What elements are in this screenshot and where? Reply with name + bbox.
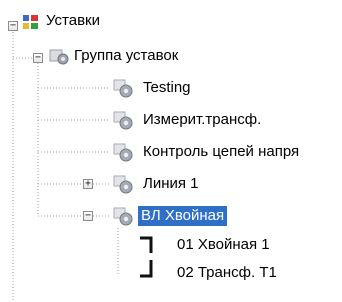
tree-item-voltage-circuit-control[interactable]: Контроль цепей напря	[140, 142, 302, 162]
gear-icon	[113, 79, 133, 98]
gear-icon	[113, 175, 133, 194]
settings-folder-icon	[23, 15, 38, 29]
tree-group-label[interactable]: Группа уставок	[71, 46, 181, 66]
bracket-bottom-icon	[140, 260, 153, 278]
tree-item-measuring-transformer[interactable]: Измерит.трансф.	[140, 110, 264, 130]
group-collapse-button[interactable]: −	[33, 53, 43, 63]
tree-item-vl-khvoynaya[interactable]: ВЛ Хвойная	[138, 206, 228, 226]
gear-icon	[113, 111, 133, 130]
tree-child-khvoynaya-1[interactable]: 01 Хвойная 1	[174, 235, 273, 255]
tree-item-testing[interactable]: Testing	[140, 78, 194, 98]
tree-item-line-1[interactable]: Линия 1	[140, 174, 202, 194]
gear-icon	[113, 143, 133, 162]
settings-tree: − Уставки − Группа уставок Testing Измер…	[0, 0, 342, 302]
vl-khvoynaya-collapse-button[interactable]: −	[83, 211, 93, 221]
tree-root-label[interactable]: Уставки	[43, 11, 103, 31]
gear-icon	[113, 207, 133, 226]
bracket-top-icon	[140, 236, 153, 253]
tree-child-transformer-t1[interactable]: 02 Трансф. Т1	[174, 263, 280, 283]
root-collapse-button[interactable]: −	[8, 21, 18, 31]
settings-group-icon	[49, 49, 69, 65]
line-1-expand-button[interactable]: +	[83, 179, 93, 189]
